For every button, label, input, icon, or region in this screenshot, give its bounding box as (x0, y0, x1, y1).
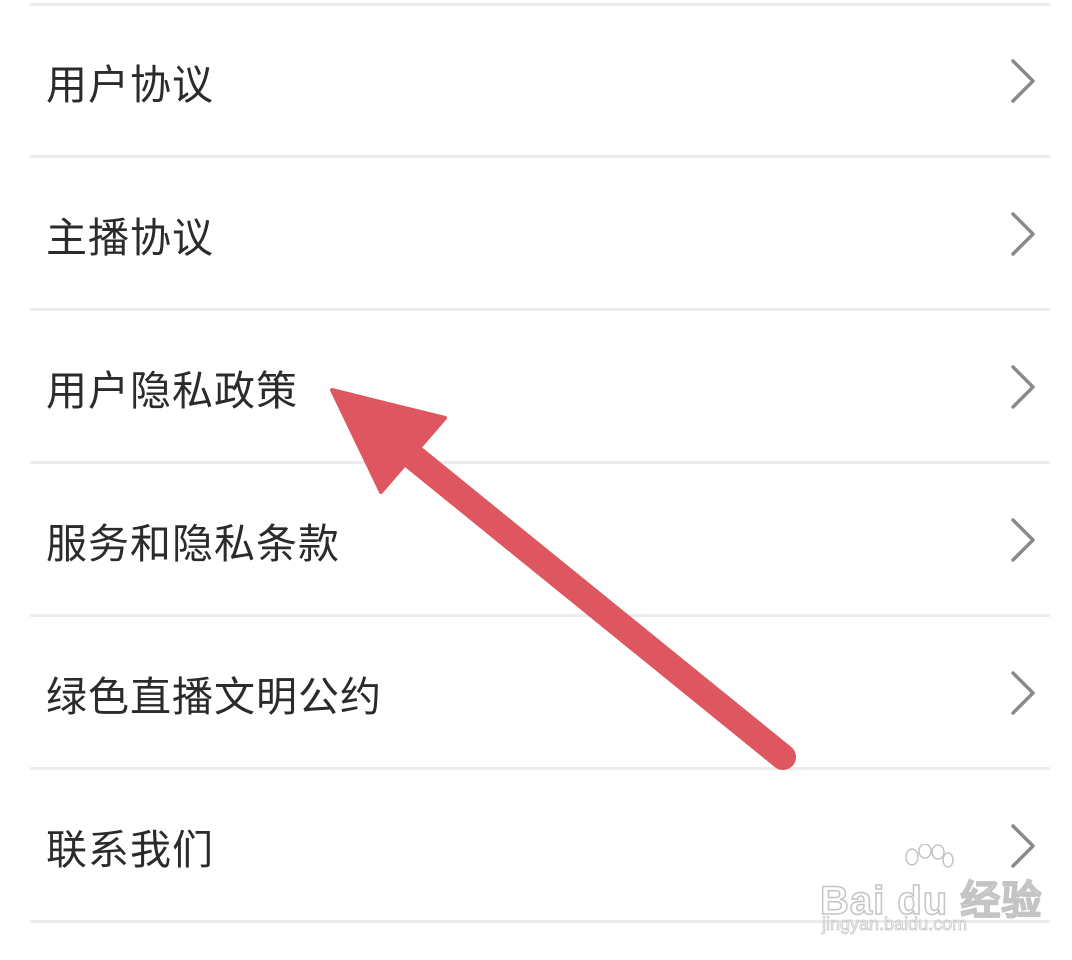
menu-item-label: 绿色直播文明公约 (46, 673, 382, 721)
menu-item-label: 主播协议 (46, 214, 214, 262)
chevron-right-icon (1011, 824, 1035, 868)
chevron-right-icon (1011, 671, 1035, 715)
menu-item-terms-of-service[interactable]: 服务和隐私条款 (0, 465, 1072, 615)
menu-item-label: 服务和隐私条款 (46, 520, 340, 568)
menu-item-privacy-policy[interactable]: 用户隐私政策 (0, 312, 1072, 462)
chevron-right-icon (1011, 59, 1035, 103)
menu-item-label: 联系我们 (46, 826, 214, 874)
menu-item-label: 用户隐私政策 (46, 367, 298, 415)
chevron-right-icon (1011, 518, 1035, 562)
menu-item-contact-us[interactable]: 联系我们 (0, 771, 1072, 921)
menu-item-user-agreement[interactable]: 用户协议 (0, 6, 1072, 156)
menu-item-streamer-agreement[interactable]: 主播协议 (0, 159, 1072, 309)
menu-item-label: 用户协议 (46, 61, 214, 109)
chevron-right-icon (1011, 365, 1035, 409)
menu-item-civilized-livestream-convention[interactable]: 绿色直播文明公约 (0, 618, 1072, 768)
chevron-right-icon (1011, 212, 1035, 256)
